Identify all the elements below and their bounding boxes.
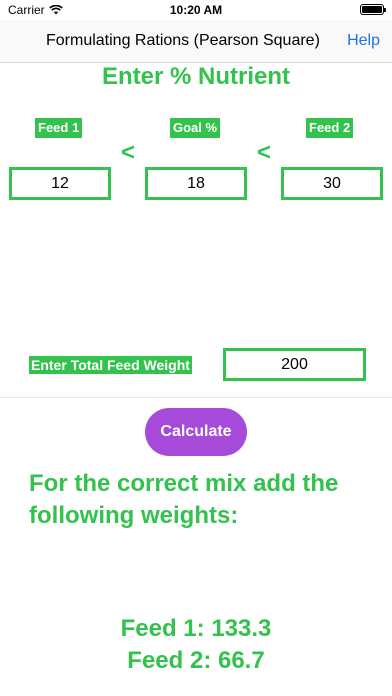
battery-icon <box>360 4 386 15</box>
feed1-label: Feed 1 <box>35 118 83 138</box>
page-heading: Enter % Nutrient <box>101 63 290 90</box>
total-weight-label: Enter Total Feed Weight <box>29 356 192 374</box>
result-title: For the correct mix add the following we… <box>29 470 339 529</box>
nav-title: Formulating Rations (Pearson Square) <box>46 32 320 49</box>
result-feed1: Feed 1: 133.3 <box>120 615 272 642</box>
feed2-label: Feed 2 <box>306 118 354 138</box>
less-than-arrow-left: < <box>121 139 136 166</box>
status-bar: Carrier 10:20 AM <box>0 0 392 20</box>
less-than-arrow-right: < <box>257 139 272 166</box>
goal-label: Goal % <box>170 118 221 138</box>
status-time: 10:20 AM <box>169 3 223 17</box>
total-weight-input[interactable]: 200 <box>223 348 366 381</box>
help-button[interactable]: Help <box>347 32 380 50</box>
navigation-bar: Formulating Rations (Pearson Square) Hel… <box>0 20 392 63</box>
feed1-input[interactable]: 12 <box>9 167 111 200</box>
goal-input[interactable]: 18 <box>145 167 247 200</box>
feed2-input[interactable]: 30 <box>281 167 383 200</box>
calculate-button[interactable]: Calculate <box>145 408 247 456</box>
result-feed2: Feed 2: 66.7 <box>127 647 265 674</box>
divider <box>0 397 392 398</box>
